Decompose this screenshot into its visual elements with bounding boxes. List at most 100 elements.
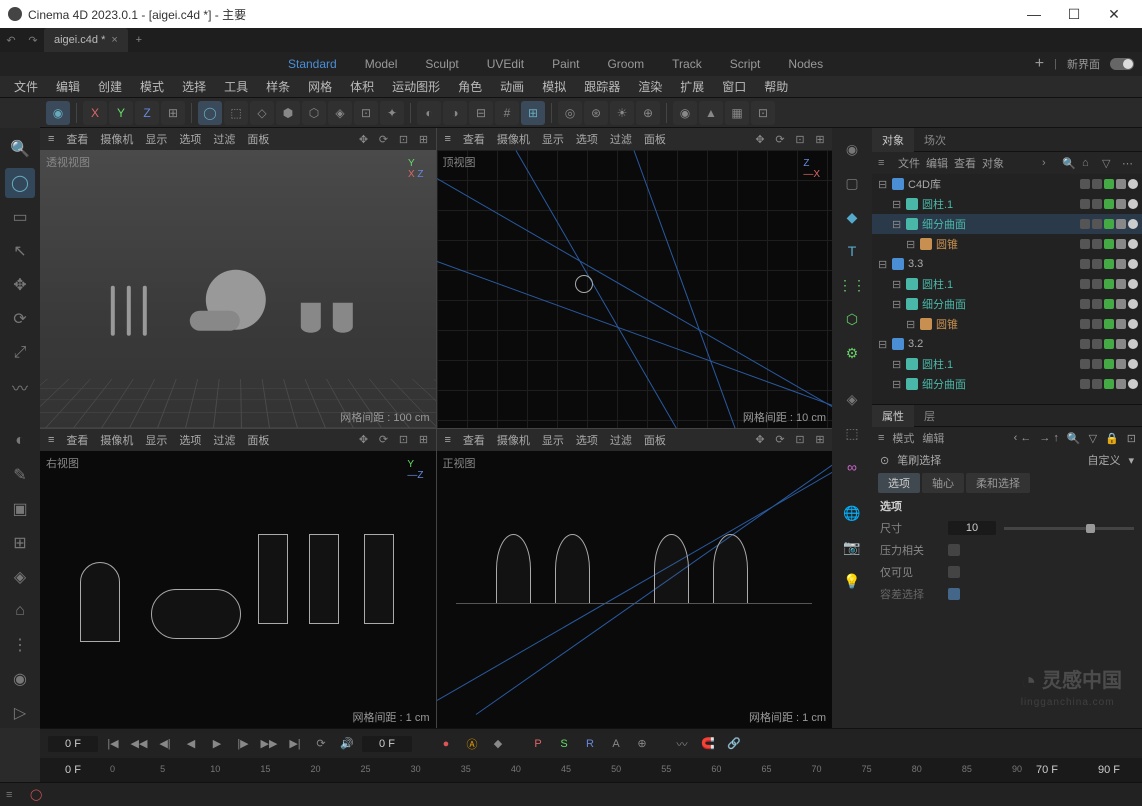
mode-nodes[interactable]: Nodes [788, 57, 823, 71]
menu-mograph[interactable]: 运动图形 [384, 76, 448, 97]
mode-standard[interactable]: Standard [288, 57, 337, 71]
menu-animate[interactable]: 动画 [492, 76, 532, 97]
tree-node[interactable]: ⊟ C4D库 [872, 174, 1142, 194]
vp-menu-filter[interactable]: 过滤 [209, 432, 239, 448]
tag-dot-icon[interactable] [1116, 219, 1126, 229]
mat-dot-icon[interactable] [1128, 179, 1138, 189]
r-globe-icon[interactable]: 🌐 [837, 498, 867, 528]
chevron-down-icon[interactable]: ▾ [1128, 454, 1134, 467]
vp-menu-camera[interactable]: 摄像机 [96, 432, 137, 448]
tag-dot-icon[interactable] [1116, 299, 1126, 309]
check-dot-icon[interactable] [1104, 359, 1114, 369]
visible-checkbox[interactable] [948, 566, 960, 578]
check-dot-icon[interactable] [1104, 319, 1114, 329]
object-tree[interactable]: ⊟ C4D库 ⊟ 圆柱.1 ⊟ 细分曲面 ⊟ 圆锥 [872, 174, 1142, 404]
expand-icon[interactable]: ⊟ [878, 258, 888, 271]
r-tool2-icon[interactable]: ▢ [837, 168, 867, 198]
mat-dot-icon[interactable] [1128, 299, 1138, 309]
tag-dot-icon[interactable] [1116, 259, 1126, 269]
mat-dot-icon[interactable] [1128, 239, 1138, 249]
vp-menu-display[interactable]: 显示 [141, 131, 171, 147]
circ3-icon[interactable]: ⊕ [636, 101, 660, 125]
cursor-icon[interactable]: ↖ [5, 236, 35, 266]
live-select-icon[interactable]: ▭ [5, 202, 35, 232]
tree-node[interactable]: ⊟ 圆锥 [872, 234, 1142, 254]
vp-nav4-icon[interactable]: ⊞ [416, 131, 432, 147]
hamburger-icon[interactable]: ≡ [6, 789, 24, 801]
vp-menu-display[interactable]: 显示 [538, 432, 568, 448]
mode-model[interactable]: Model [365, 57, 398, 71]
tab-layers[interactable]: 层 [914, 405, 945, 427]
r-cube-icon[interactable]: ◆ [837, 202, 867, 232]
hamburger-icon[interactable]: ≡ [441, 133, 455, 145]
mode-groom[interactable]: Groom [607, 57, 644, 71]
r-cluster-icon[interactable]: ⋮⋮ [837, 270, 867, 300]
tag-dot-icon[interactable] [1116, 359, 1126, 369]
tag-dot-icon[interactable] [1116, 339, 1126, 349]
menu-character[interactable]: 角色 [450, 76, 490, 97]
render-dot-icon[interactable] [1092, 179, 1102, 189]
render-dot-icon[interactable] [1092, 279, 1102, 289]
vis-dot-icon[interactable] [1080, 279, 1090, 289]
render-icon[interactable]: ◉ [46, 101, 70, 125]
viewport-right[interactable]: ≡ 查看 摄像机 显示 选项 过滤 面板 ✥ ⟳ ⊡ ⊞ [40, 429, 436, 729]
render-dot-icon[interactable] [1092, 259, 1102, 269]
mat-dot-icon[interactable] [1128, 259, 1138, 269]
search-icon[interactable]: 🔍 [1062, 157, 1076, 170]
vp-menu-options[interactable]: 选项 [572, 131, 602, 147]
menu-extensions[interactable]: 扩展 [672, 76, 712, 97]
k2-icon[interactable]: S [553, 733, 575, 755]
r-diamond-icon[interactable]: ◈ [837, 384, 867, 414]
check-dot-icon[interactable] [1104, 179, 1114, 189]
expand-icon[interactable]: ⊟ [892, 298, 902, 311]
vis-dot-icon[interactable] [1080, 259, 1090, 269]
tree-node[interactable]: ⊟ 细分曲面 [872, 294, 1142, 314]
viewport-top[interactable]: ≡ 查看 摄像机 显示 选项 过滤 面板 ✥ ⟳ ⊡ ⊞ [437, 128, 833, 428]
goto-end-icon[interactable]: ▶| [284, 733, 306, 755]
menu-tool[interactable]: 工具 [216, 76, 256, 97]
select-tool-icon[interactable]: ◯ [5, 168, 35, 198]
render-dot-icon[interactable] [1092, 219, 1102, 229]
magnet-icon[interactable]: 🧲 [697, 733, 719, 755]
misc4-icon[interactable]: ⊡ [751, 101, 775, 125]
vp-menu-filter[interactable]: 过滤 [209, 131, 239, 147]
curve-icon[interactable]: 〰 [671, 733, 693, 755]
k5-icon[interactable]: ⊕ [631, 733, 653, 755]
vp-menu-display[interactable]: 显示 [141, 432, 171, 448]
tab-objects[interactable]: 对象 [872, 128, 914, 152]
pressure-checkbox[interactable] [948, 544, 960, 556]
menu-create[interactable]: 创建 [90, 76, 130, 97]
key-icon[interactable]: ◆ [487, 733, 509, 755]
palette6-icon[interactable]: ⌂ [5, 596, 35, 626]
range-start[interactable]: 0 F [48, 762, 98, 778]
tag-dot-icon[interactable] [1116, 279, 1126, 289]
tool-mode[interactable]: 自定义 [1087, 452, 1120, 468]
expand-icon[interactable]: ⊟ [892, 218, 902, 231]
shape5-icon[interactable]: ⬡ [302, 101, 326, 125]
close-button[interactable]: ✕ [1094, 6, 1134, 23]
shape2-icon[interactable]: ⬚ [224, 101, 248, 125]
mat-dot-icon[interactable] [1128, 199, 1138, 209]
filter-icon[interactable]: ▽ [1089, 432, 1097, 445]
prev-key-icon[interactable]: ◀◀ [128, 733, 150, 755]
layout-toggle[interactable] [1110, 58, 1134, 70]
r-cube2-icon[interactable]: ⬚ [837, 418, 867, 448]
palette5-icon[interactable]: ◈ [5, 562, 35, 592]
vp-nav4-icon[interactable]: ⊞ [812, 131, 828, 147]
vis-dot-icon[interactable] [1080, 299, 1090, 309]
shape3-icon[interactable]: ◇ [250, 101, 274, 125]
expand-icon[interactable]: ⊟ [906, 318, 916, 331]
check-dot-icon[interactable] [1104, 299, 1114, 309]
tree-node[interactable]: ⊟ 圆柱.1 [872, 274, 1142, 294]
vis-dot-icon[interactable] [1080, 319, 1090, 329]
shape7-icon[interactable]: ⊡ [354, 101, 378, 125]
document-tab[interactable]: aigei.c4d * × [44, 28, 128, 52]
vp-menu-options[interactable]: 选项 [175, 432, 205, 448]
sound-icon[interactable]: 🔊 [336, 733, 358, 755]
clapperboard-icon[interactable]: ▦ [725, 101, 749, 125]
play-back-icon[interactable]: ◀ [180, 733, 202, 755]
shape8-icon[interactable]: ✦ [380, 101, 404, 125]
subtab-axis[interactable]: 轴心 [922, 473, 964, 493]
search-icon[interactable]: 🔍 [1067, 432, 1081, 445]
next-frame-icon[interactable]: |▶ [232, 733, 254, 755]
